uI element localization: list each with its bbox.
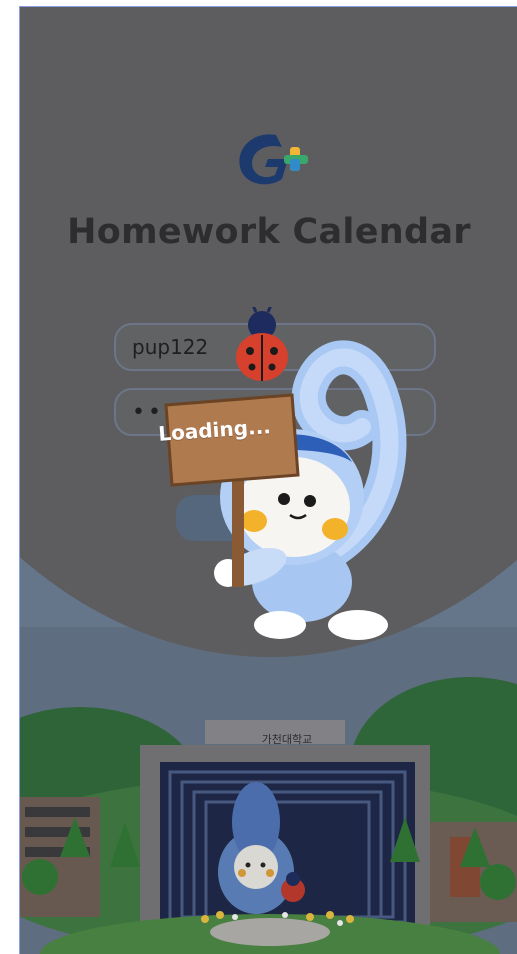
mascot-character-icon (164, 307, 407, 640)
gachon-logo-icon (239, 134, 308, 185)
app-screen: 가천대학교 Homework Calendar pup122 •• Loadin… (19, 6, 517, 954)
building-sign-text: 가천대학교 (261, 733, 313, 746)
app-title: Homework Calendar (67, 212, 471, 252)
campus-background (20, 627, 517, 954)
